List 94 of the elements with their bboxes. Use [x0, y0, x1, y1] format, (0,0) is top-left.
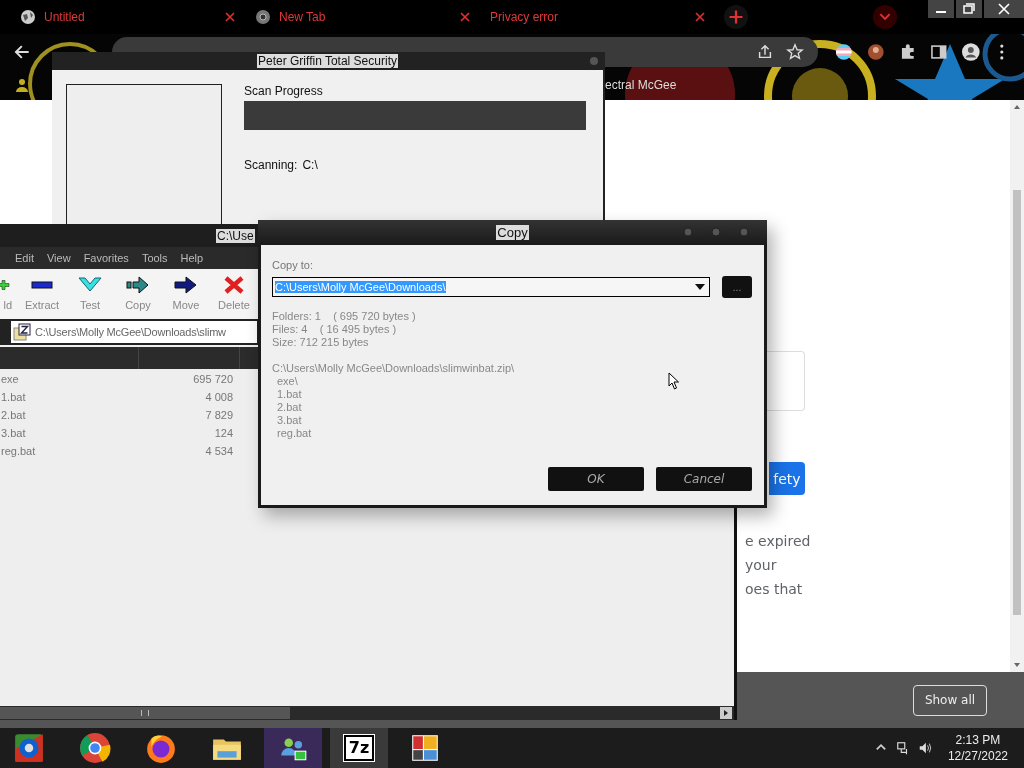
destination-field[interactable]: C:\Users\Molly McGee\Downloads\ — [272, 277, 710, 297]
file-name: 1.bat — [276, 388, 302, 401]
scroll-thumb[interactable] — [0, 707, 290, 719]
file-name: 2.bat — [0, 409, 27, 421]
window-title: Copy — [496, 225, 529, 240]
profile-icon[interactable] — [960, 42, 981, 62]
close-icon[interactable] — [695, 12, 705, 22]
taskbar-button[interactable] — [264, 728, 322, 768]
file-name: exe — [0, 373, 20, 385]
scroll-thumb[interactable] — [1013, 190, 1021, 615]
new-tab-icon[interactable] — [723, 4, 749, 30]
file-size: 124 — [214, 427, 234, 439]
toolbar-button[interactable]: Test — [72, 275, 108, 311]
ok-button[interactable]: OK — [548, 467, 644, 491]
file-row[interactable]: 2.bat 7 829 — [0, 406, 236, 424]
media-player-icon — [13, 732, 45, 764]
toolbar-button[interactable]: Move — [168, 275, 204, 311]
restore-icon[interactable] — [956, 0, 982, 18]
toolbar-button[interactable]: Delete — [216, 275, 252, 311]
scroll-right-icon[interactable] — [720, 707, 732, 719]
close-icon[interactable] — [225, 12, 235, 22]
file-row[interactable]: reg.bat 4 534 — [0, 442, 236, 460]
window-title: C:\Use — [216, 228, 255, 243]
source-path: C:\Users\Molly McGee\Downloads\slimwinbat.zip\ — [272, 362, 515, 375]
window-title: Peter Griffin Total Security — [257, 54, 398, 68]
file-name: 1.bat — [0, 391, 27, 403]
paragraph-text: e expired — [744, 532, 811, 551]
primary-button[interactable]: fety — [769, 462, 805, 495]
field-label: Copy to: — [272, 259, 313, 271]
paragraph-text: oes that — [744, 580, 804, 599]
bookmark-link[interactable]: ectral McGee — [605, 78, 677, 92]
clock[interactable]: 2:13 PM 12/27/2022 — [947, 732, 1008, 764]
menu-item[interactable]: Tools — [141, 252, 168, 264]
people-icon[interactable] — [14, 77, 30, 93]
file-size: 7 829 — [205, 409, 234, 421]
paragraph-text: your — [744, 556, 778, 575]
archive-icon — [13, 323, 31, 341]
delete-icon — [222, 275, 246, 295]
archive-app-icon: 7z — [343, 735, 375, 761]
browser-logo-icon — [79, 732, 111, 764]
toolbar-button[interactable]: Extract — [24, 275, 60, 311]
status-label: Scanning: — [244, 158, 298, 172]
file-name: 3.bat — [276, 414, 302, 427]
time-text: 2:13 PM — [955, 732, 1001, 748]
date-text: 12/27/2022 — [947, 748, 1008, 764]
path-field[interactable]: C:\Users\Molly McGee\Downloads\slimw — [11, 321, 257, 343]
file-row[interactable]: exe 695 720 — [0, 370, 236, 388]
globe-icon — [20, 9, 36, 25]
toolbar-button[interactable]: ld — [0, 275, 12, 311]
cursor-icon — [668, 372, 680, 390]
browser-tab[interactable]: New Tab — [247, 2, 478, 32]
info-text: Folders: 1 ( 695 720 bytes ) — [272, 310, 416, 323]
arrow-icon — [126, 275, 150, 295]
show-all-button[interactable]: Show all — [913, 684, 987, 716]
fox-browser-icon — [145, 732, 177, 764]
file-size: 695 720 — [193, 373, 234, 385]
file-name: reg.bat — [276, 427, 312, 440]
network-icon[interactable] — [895, 741, 910, 755]
tiles-icon — [409, 732, 441, 764]
arrow-icon — [174, 275, 198, 295]
cancel-button[interactable]: Cancel — [656, 467, 752, 491]
toolbar-button[interactable]: Copy — [120, 275, 156, 311]
dropdown-icon[interactable] — [695, 284, 705, 290]
browser-logo-icon — [255, 9, 271, 25]
file-name: reg.bat — [0, 445, 37, 457]
taskbar-button[interactable]: 7z — [330, 728, 388, 768]
file-row[interactable]: 3.bat 124 — [0, 424, 236, 442]
close-icon[interactable] — [984, 0, 1024, 18]
close-icon[interactable] — [460, 12, 470, 22]
side-panel-icon[interactable] — [929, 42, 949, 62]
tab-search-icon[interactable] — [872, 4, 898, 30]
minimize-icon[interactable] — [928, 0, 954, 18]
info-text: Files: 4 ( 16 495 bytes ) — [272, 323, 398, 336]
scrollbar[interactable] — [0, 706, 734, 720]
menu-item[interactable]: Favorites — [83, 252, 129, 264]
menu-item[interactable]: Help — [180, 252, 204, 264]
speaker-icon[interactable] — [917, 741, 932, 755]
scrollbar[interactable] — [1010, 100, 1024, 672]
file-size: 4 008 — [205, 391, 234, 403]
info-text: Size: 712 215 bytes — [272, 336, 370, 349]
file-name: 2.bat — [276, 401, 302, 414]
progress-label: Scan Progress — [244, 84, 323, 98]
status-value: C:\ — [302, 158, 318, 172]
file-name: exe\ — [276, 375, 298, 388]
star-icon[interactable] — [786, 43, 805, 61]
file-name: 3.bat — [0, 427, 27, 439]
file-size: 4 534 — [205, 445, 234, 457]
browse-button[interactable]: ... — [722, 276, 752, 298]
file-row[interactable]: 1.bat 4 008 — [0, 388, 236, 406]
browser-tab[interactable]: Privacy error — [482, 2, 713, 32]
browser-tab[interactable]: Untitled — [12, 2, 243, 32]
avatar-icon[interactable] — [865, 42, 886, 62]
menu-item[interactable]: Edit — [15, 252, 34, 264]
menu-item[interactable]: View — [46, 252, 71, 264]
